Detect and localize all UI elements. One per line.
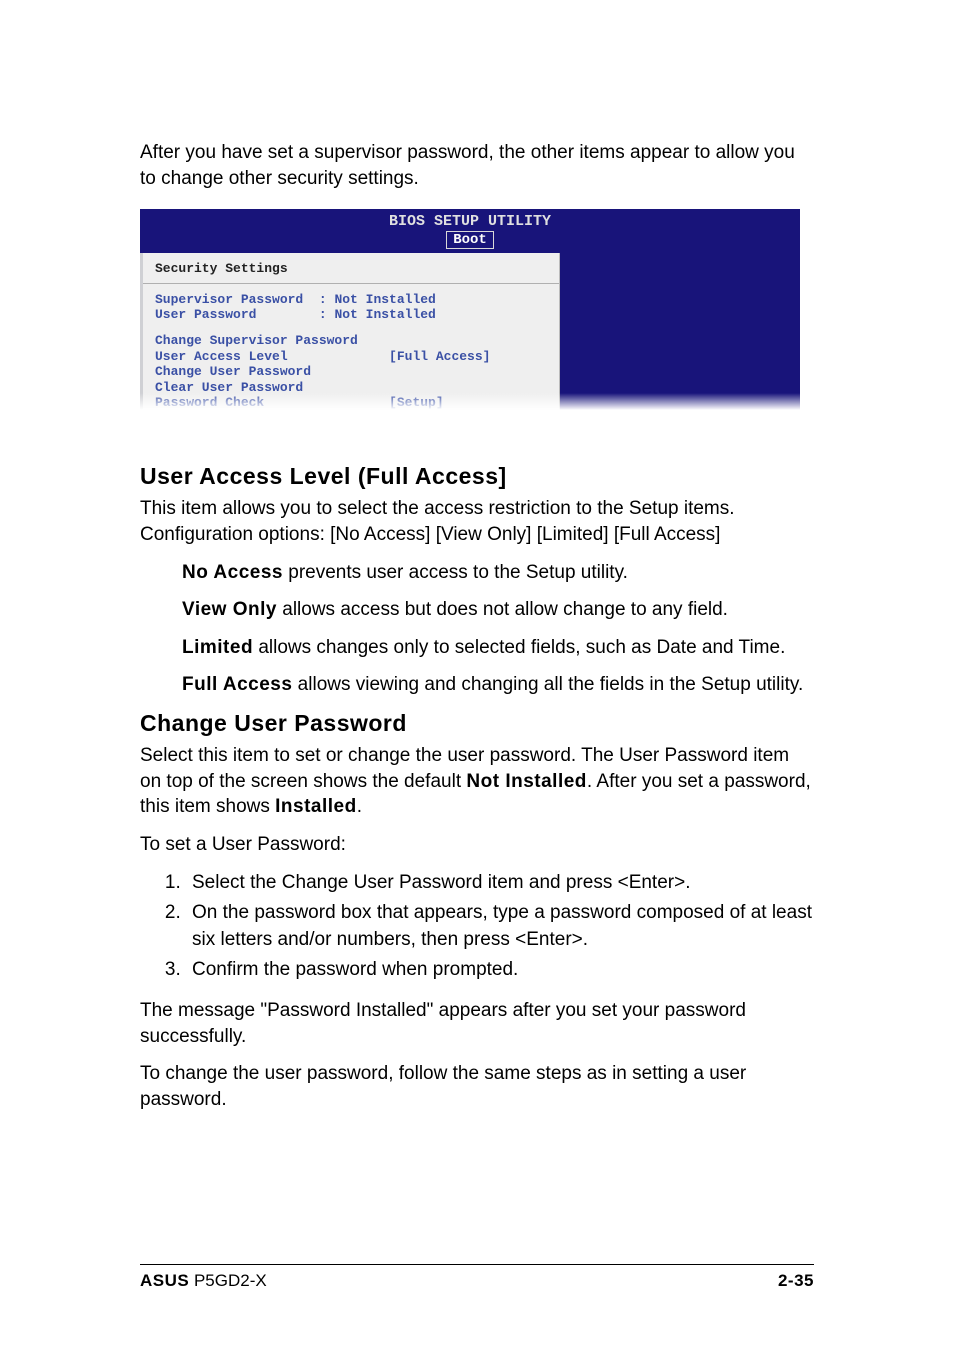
bios-status-row: User Password : Not Installed	[155, 307, 547, 323]
row-value: : Not Installed	[319, 292, 436, 307]
row-label: Change Supervisor Password	[155, 333, 358, 348]
bios-config-row: Password Check [Setup]	[155, 395, 547, 411]
bios-config-row: Change Supervisor Password	[155, 333, 547, 349]
bios-tab-boot: Boot	[446, 231, 494, 249]
bios-screenshot: BIOS SETUP UTILITY Boot Security Setting…	[140, 209, 800, 413]
option-desc: allows changes only to selected fields, …	[253, 637, 785, 658]
row-label: Password Check	[155, 395, 264, 410]
step-item: Confirm the password when prompted.	[186, 957, 814, 984]
text: .	[357, 796, 362, 817]
to-set-label: To set a User Password:	[140, 832, 814, 858]
page-number: 2-35	[778, 1271, 814, 1291]
option-name: Full Access	[182, 674, 292, 695]
step-item: Select the Change User Password item and…	[186, 870, 814, 897]
row-value: : Not Installed	[319, 307, 436, 322]
bios-right-panel	[560, 253, 800, 413]
heading-change-user-password: Change User Password	[140, 710, 814, 737]
option-name: View Only	[182, 599, 277, 620]
text-bold: Not Installed	[466, 771, 587, 792]
option-name: No Access	[182, 562, 283, 583]
footer-brand-model: ASUS P5GD2-X	[140, 1271, 267, 1291]
bios-config-row: Clear User Password	[155, 380, 547, 396]
option-desc: allows viewing and changing all the fiel…	[292, 674, 803, 695]
bios-separator	[143, 283, 559, 284]
option-desc: prevents user access to the Setup utilit…	[283, 562, 628, 583]
document-page: After you have set a supervisor password…	[0, 0, 954, 1351]
heading-user-access-level: User Access Level (Full Access]	[140, 463, 814, 490]
bios-body: Security Settings Supervisor Password : …	[140, 253, 800, 413]
bios-config-row: User Access Level [Full Access]	[155, 349, 547, 365]
row-value: [Full Access]	[389, 349, 490, 364]
option-no-access: No Access prevents user access to the Se…	[182, 560, 814, 586]
footer-row: ASUS P5GD2-X 2-35	[140, 1271, 814, 1291]
footer-rule	[140, 1264, 814, 1265]
text-bold: Installed	[275, 796, 357, 817]
step-item: On the password box that appears, type a…	[186, 900, 814, 953]
option-view-only: View Only allows access but does not all…	[182, 597, 814, 623]
intro-paragraph: After you have set a supervisor password…	[140, 140, 814, 191]
option-full-access: Full Access allows viewing and changing …	[182, 672, 814, 698]
option-name: Limited	[182, 637, 253, 658]
row-label: Change User Password	[155, 364, 311, 379]
after-set-text: The message "Password Installed" appears…	[140, 998, 814, 1049]
bios-titlebar: BIOS SETUP UTILITY Boot	[140, 209, 800, 253]
change-pw-text: To change the user password, follow the …	[140, 1061, 814, 1112]
page-footer: ASUS P5GD2-X 2-35	[140, 1264, 814, 1291]
bios-section-label: Security Settings	[155, 261, 547, 277]
bios-title: BIOS SETUP UTILITY	[389, 213, 551, 230]
change-pw-intro: Select this item to set or change the us…	[140, 743, 814, 820]
row-label: Clear User Password	[155, 380, 303, 395]
bios-status-row: Supervisor Password : Not Installed	[155, 292, 547, 308]
option-desc: allows access but does not allow change …	[277, 599, 728, 620]
row-label: User Password	[155, 307, 256, 322]
user-access-intro: This item allows you to select the acces…	[140, 496, 814, 547]
bios-left-panel: Security Settings Supervisor Password : …	[140, 253, 560, 413]
row-label: Supervisor Password	[155, 292, 303, 307]
bios-config-row: Change User Password	[155, 364, 547, 380]
brand: ASUS	[140, 1271, 189, 1290]
row-label: User Access Level	[155, 349, 288, 364]
steps-list: Select the Change User Password item and…	[140, 870, 814, 984]
model: P5GD2-X	[189, 1271, 266, 1290]
option-limited: Limited allows changes only to selected …	[182, 635, 814, 661]
row-value: [Setup]	[389, 395, 444, 410]
